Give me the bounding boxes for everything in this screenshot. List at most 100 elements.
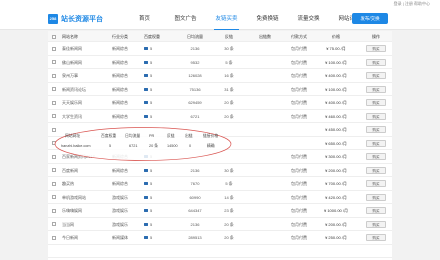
baidu-weight-icon [144,168,148,172]
industry: 新闻综合 [112,113,128,119]
baidu-weight: 5 [144,218,166,232]
buy-button[interactable]: 购买 [366,58,386,66]
weight-value: 5 [150,113,153,119]
table-row: 百度新闻 新闻综合 5 2136 30 条 包月付费 ¥ 200.00 /月 购买 [48,164,392,178]
site-name[interactable]: 泉州万事 [62,69,108,83]
weight-value: 5 [150,59,153,65]
row-checkbox[interactable] [52,83,60,97]
buy-button[interactable]: 购买 [366,234,386,242]
industry: 新闻综合 [112,181,128,186]
price: ¥ 300.00 /月 [325,154,347,159]
popup-value-traffic: 6721 [129,144,138,148]
daily-traffic: 2136 [190,46,200,51]
price: ¥ 100.00 /月 [325,86,347,92]
popup-header-url: 网站网址 [65,134,81,138]
popup-value-backlinks: 14500 [167,144,178,148]
backlinks: 30 条 [224,46,234,51]
site-name[interactable]: 泰佳新闻网 [62,42,108,56]
industry: 新闻媒体 [112,235,128,240]
row-checkbox[interactable] [52,42,60,56]
site-logo[interactable]: 258 站长资源平台 [48,12,103,26]
row-checkbox[interactable] [52,110,60,124]
price: ¥ 250.00 /月 [325,235,347,240]
row-checkbox[interactable] [52,164,60,178]
header-weight: 百度权重 [144,34,160,39]
backlinks: 30 条 [224,167,234,173]
price: ¥ 460.00 /月 [325,113,347,119]
site-name[interactable]: 佛山新闻网 [62,56,108,70]
popup-value-url[interactable]: hanzhi.baike.com [61,144,91,148]
daily-traffic: 60990 [189,194,201,200]
industry: 新闻综合 [112,59,128,65]
table-row: 新闻资讯论坛 新闻综合 5 75136 31 条 包月付费 ¥ 100.00 /月 购买 [48,83,392,97]
buy-button[interactable]: 购买 [366,193,386,201]
price: ¥ 75.00 /月 [326,46,346,51]
buy-button[interactable]: 购买 [366,207,386,215]
header-outbound: 出链数 [259,34,271,39]
row-checkbox[interactable] [52,177,60,191]
weight-value: 5 [150,100,153,105]
nav-home[interactable]: 首页 [124,8,165,30]
popup-header-backlinks: 反链 [167,134,175,138]
row-checkbox[interactable] [52,191,60,205]
buy-button[interactable]: 购买 [366,126,386,134]
table-row: 佛山新闻网 新闻综合 5 9532 5 条 包月付费 ¥ 100.00 /月 购买 [48,56,392,70]
buy-button[interactable]: 购买 [366,99,386,107]
buy-button[interactable]: 购买 [366,112,386,120]
site-name[interactable]: 天天娱乐网 [62,96,108,110]
row-checkbox[interactable] [52,204,60,218]
buy-cell: 购买 [364,150,388,164]
header-daily-traffic: 日均流量 [187,34,203,39]
site-name[interactable]: 百度新闻 [62,164,108,178]
nav-link-exchange[interactable]: 免费换链 [247,8,288,30]
publish-button[interactable]: 发布/交换 [352,13,388,24]
buy-button[interactable]: 购买 [366,220,386,228]
row-checkbox[interactable] [52,56,60,70]
buy-button[interactable]: 购买 [366,153,386,161]
site-name[interactable]: 趣买热 [62,177,108,191]
price: ¥ 450.00 /月 [325,127,347,132]
baidu-weight-icon [144,101,148,105]
login-register-links[interactable]: 登录 | 注册 帮助中心 [394,0,430,8]
header-checkbox[interactable] [52,31,60,42]
baidu-weight: 5 [144,177,166,191]
weight-value: 5 [150,167,153,173]
site-name[interactable]: 新闻资讯论坛 [62,83,108,97]
price: ¥ 420.00 /月 [325,194,347,200]
price: ¥ 400.00 /月 [325,73,347,78]
popup-value-pr: 20 条 [149,144,159,148]
payment-method: 包月付费 [291,181,307,186]
buy-button[interactable]: 购买 [366,72,386,80]
weight-value: 5 [150,194,153,200]
backlinks: 23 条 [224,208,234,213]
baidu-weight: 5 [144,42,166,56]
nav-link-trade[interactable]: 友链买卖 [206,8,247,30]
buy-button[interactable]: 购买 [366,85,386,93]
row-checkbox[interactable] [52,69,60,83]
baidu-weight-icon [144,182,148,186]
payment-method: 包月付费 [291,221,307,227]
backlinks: 14 条 [224,194,234,200]
buy-cell: 购买 [364,218,388,232]
buy-button[interactable]: 购买 [366,180,386,188]
row-checkbox[interactable] [52,218,60,232]
site-name[interactable]: 当当网 [62,218,108,232]
row-checkbox[interactable] [52,96,60,110]
popup-header-traffic: 日均流量 [125,134,141,138]
row-checkbox[interactable] [52,231,60,245]
table-row: 乐嗨嗨娱网 游戏娱乐 5 644347 23 条 包月付费 ¥ 1000.00 /月 购买 [48,204,392,218]
payment-method: 包月付费 [291,86,307,92]
site-name[interactable]: 今日新闻 [62,231,108,245]
backlinks: 16 条 [224,73,234,78]
buy-button[interactable]: 购买 [366,166,386,174]
site-name[interactable]: 大学生资讯 [62,110,108,124]
backlinks: 5 条 [225,59,233,65]
buy-button[interactable]: 购买 [366,139,386,147]
weight-value: 5 [150,73,153,78]
site-name[interactable]: 乐嗨嗨娱网 [62,204,108,218]
buy-button[interactable]: 购买 [366,45,386,53]
buy-cell: 购买 [364,204,388,218]
site-name[interactable]: 单机游戏网站 [62,191,108,205]
nav-ads[interactable]: 图文广告 [165,8,206,30]
nav-traffic-exchange[interactable]: 流量交换 [288,8,329,30]
